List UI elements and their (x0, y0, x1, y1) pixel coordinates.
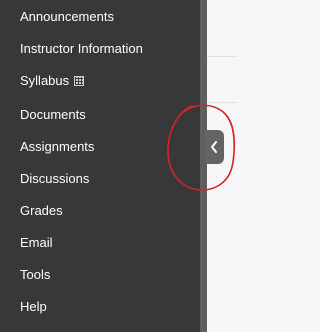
sidebar-item-assignments[interactable]: Assignments (20, 136, 94, 158)
sidebar-item-announcements[interactable]: Announcements (20, 6, 114, 28)
chevron-left-icon (211, 141, 217, 153)
sidebar-item-help[interactable]: Help (20, 296, 47, 318)
content-divider (207, 102, 238, 103)
sidebar-item-label: Discussions (20, 171, 90, 186)
sidebar-item-discussions[interactable]: Discussions (20, 168, 89, 190)
content-area (207, 0, 238, 332)
sidebar-item-grades[interactable]: Grades (20, 200, 63, 222)
sidebar-item-label: Syllabus (20, 73, 70, 88)
sidebar-item-documents[interactable]: Documents (20, 104, 86, 126)
sidebar-item-label: Documents (20, 107, 86, 122)
sidebar-item-instructor-information[interactable]: Instructor Information (20, 38, 143, 60)
sidebar-item-label: Announcements (20, 9, 114, 24)
sidebar-resize-edge[interactable] (200, 0, 207, 332)
content-divider (207, 56, 238, 57)
collapse-sidebar-button[interactable] (205, 130, 224, 164)
sidebar-item-label: Assignments (20, 139, 95, 154)
sidebar-item-label: Help (20, 299, 47, 314)
sidebar-item-label: Grades (20, 203, 63, 218)
sidebar-item-syllabus[interactable]: Syllabus (20, 70, 85, 92)
sidebar-item-email[interactable]: Email (20, 232, 53, 254)
grid-icon (74, 76, 85, 86)
sidebar-item-label: Tools (20, 267, 51, 282)
sidebar-item-tools[interactable]: Tools (20, 264, 50, 286)
course-navigation-sidebar: Announcements Instructor Information Syl… (0, 0, 200, 332)
sidebar-item-label: Instructor Information (20, 41, 143, 56)
sidebar-item-label: Email (20, 235, 53, 250)
